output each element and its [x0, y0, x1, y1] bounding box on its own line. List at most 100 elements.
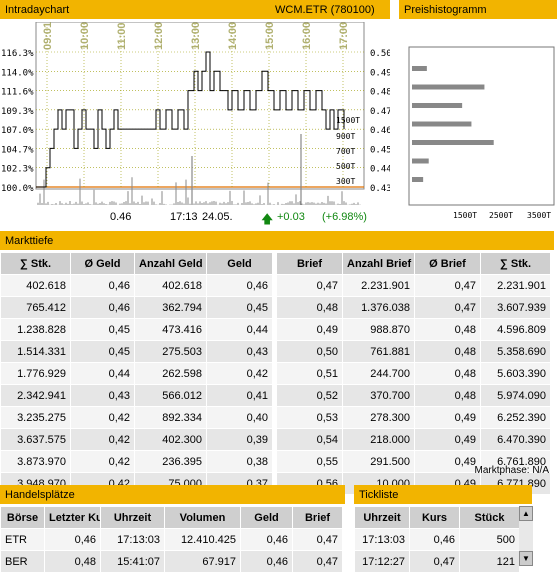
left-tick-label: 100.0%: [1, 184, 34, 194]
histogram-header: Preishistogramm: [399, 0, 557, 19]
table-cell: 0,43: [206, 340, 273, 363]
table-cell: 402.618: [0, 274, 71, 297]
table-cell: 5.603.390: [480, 362, 551, 385]
table-row: 17:13:03 0,46 500: [354, 528, 520, 551]
column-header: Volumen: [164, 506, 241, 529]
intraday-header: Intradaychart WCM.ETR (780100): [0, 0, 390, 19]
left-tick-label: 114.0%: [1, 68, 34, 78]
last-price: 0.46: [110, 211, 132, 223]
price-histogram: 1500T 2500T 3500T: [408, 46, 555, 220]
table-cell: 17:12:27: [354, 550, 410, 573]
table-cell: 17:13:03: [354, 528, 410, 551]
volume-tick-label: 900T: [336, 132, 355, 141]
table-cell: 0,47: [292, 528, 343, 551]
table-cell: 2.231.901: [480, 274, 551, 297]
column-header: Anzahl Brief: [342, 252, 415, 275]
right-tick-label: 0.450: [370, 145, 390, 155]
table-cell: 402.300: [134, 428, 207, 451]
time-label: 11:00: [116, 22, 128, 50]
tickliste-table: Uhrzeit Kurs Stück 17:13:03 0,46 500 17:12:27…: [354, 506, 520, 573]
time-label: 14:00: [227, 22, 239, 50]
table-cell: ETR: [0, 528, 45, 551]
table-cell: 0,46: [206, 274, 273, 297]
table-cell: 121: [459, 550, 520, 573]
handelsplaetze-title: Handelsplätze: [5, 488, 75, 501]
tickliste-scrollbar[interactable]: ▲ ▼: [519, 506, 533, 566]
table-row: 2.342.941 0,43 566.012 0,41 0,52 370.700 0,48 5…: [0, 384, 551, 407]
table-cell: 6.252.390: [480, 406, 551, 429]
column-header: Geld: [240, 506, 293, 529]
column-header: Geld: [206, 252, 273, 275]
table-cell: 0,48: [414, 362, 481, 385]
table-cell: BER: [0, 550, 45, 573]
table-cell: 278.300: [342, 406, 415, 429]
table-cell: 0,48: [414, 318, 481, 341]
time-label: 10:00: [79, 22, 91, 50]
histogram-bar: [412, 177, 424, 182]
table-cell: 3.637.575: [0, 428, 71, 451]
table-cell: 0,49: [414, 406, 481, 429]
intraday-chart: 116.3% 114.0% 111.6% 109.3% 107.0% 104.7% 102.…: [1, 22, 390, 205]
table-cell: 0,45: [70, 340, 135, 363]
column-header: Uhrzeit: [354, 506, 410, 529]
histogram-bar: [412, 84, 485, 90]
table-cell: 0,49: [276, 318, 343, 341]
table-cell: 0,42: [70, 450, 135, 473]
time-label: 17:00: [338, 22, 350, 50]
table-cell: 0,44: [70, 362, 135, 385]
markttiefe-header: Markttiefe: [0, 231, 554, 250]
left-tick-label: 107.0%: [1, 126, 34, 136]
time-label: 13:00: [190, 22, 202, 50]
table-cell: 0,46: [70, 296, 135, 319]
volume-tick-label: 300T: [336, 177, 355, 186]
table-cell: 6.470.390: [480, 428, 551, 451]
scroll-up-icon[interactable]: ▲: [519, 506, 533, 521]
table-cell: 0,38: [206, 450, 273, 473]
left-tick-label: 102.3%: [1, 165, 34, 175]
table-cell: 0,46: [44, 528, 101, 551]
table-cell: 761.881: [342, 340, 415, 363]
volume-tick-label: 1500T: [336, 116, 360, 125]
column-header: Ø Brief: [414, 252, 481, 275]
table-cell: 0,43: [70, 384, 135, 407]
right-tick-label: 0.490: [370, 68, 390, 78]
table-cell: 5.974.090: [480, 384, 551, 407]
column-header: Brief: [276, 252, 343, 275]
table-row: BER 0,48 15:41:07 67.917 0,46 0,47: [0, 550, 343, 573]
table-cell: 236.395: [134, 450, 207, 473]
table-cell: 2.342.941: [0, 384, 71, 407]
table-cell: 262.598: [134, 362, 207, 385]
table-cell: 0,46: [240, 550, 293, 573]
histogram-bar: [412, 66, 427, 71]
table-cell: 0,53: [276, 406, 343, 429]
tickliste-title: Tickliste: [359, 488, 399, 501]
markttiefe-title: Markttiefe: [5, 234, 54, 247]
right-tick-label: 0.440: [370, 165, 390, 175]
handelsplaetze-header: Handelsplätze: [0, 485, 345, 504]
table-cell: 0,49: [414, 428, 481, 451]
quote-date: 24.05.: [202, 211, 233, 223]
right-tick-label: 0.470: [370, 107, 390, 117]
table-cell: 0,50: [276, 340, 343, 363]
left-tick-label: 104.7%: [1, 145, 34, 155]
tickliste-header: Tickliste: [354, 485, 532, 504]
right-tick-label: 0.460: [370, 126, 390, 136]
table-cell: 0,48: [276, 296, 343, 319]
table-cell: 0,42: [206, 362, 273, 385]
table-cell: 0,48: [44, 550, 101, 573]
left-tick-label: 111.6%: [1, 88, 34, 98]
table-cell: 0,47: [414, 274, 481, 297]
table-cell: 0,47: [409, 550, 460, 573]
right-tick-label: 0.480: [370, 88, 390, 98]
handelsplaetze-table: BörseLetzter KursUhrzeitVolumenGeldBrief…: [0, 506, 343, 573]
table-cell: 0,40: [206, 406, 273, 429]
left-tick-label: 116.3%: [1, 49, 34, 59]
intraday-title: Intradaychart: [5, 3, 70, 16]
column-header: Anzahl Geld: [134, 252, 207, 275]
table-cell: 566.012: [134, 384, 207, 407]
quote-row: 0.46 17:13 24.05. 🡅 +0.03 (+6.98%): [0, 211, 390, 227]
table-cell: 0,44: [206, 318, 273, 341]
scroll-down-icon[interactable]: ▼: [519, 551, 533, 566]
table-cell: 3.873.970: [0, 450, 71, 473]
table-cell: 0,47: [292, 550, 343, 573]
